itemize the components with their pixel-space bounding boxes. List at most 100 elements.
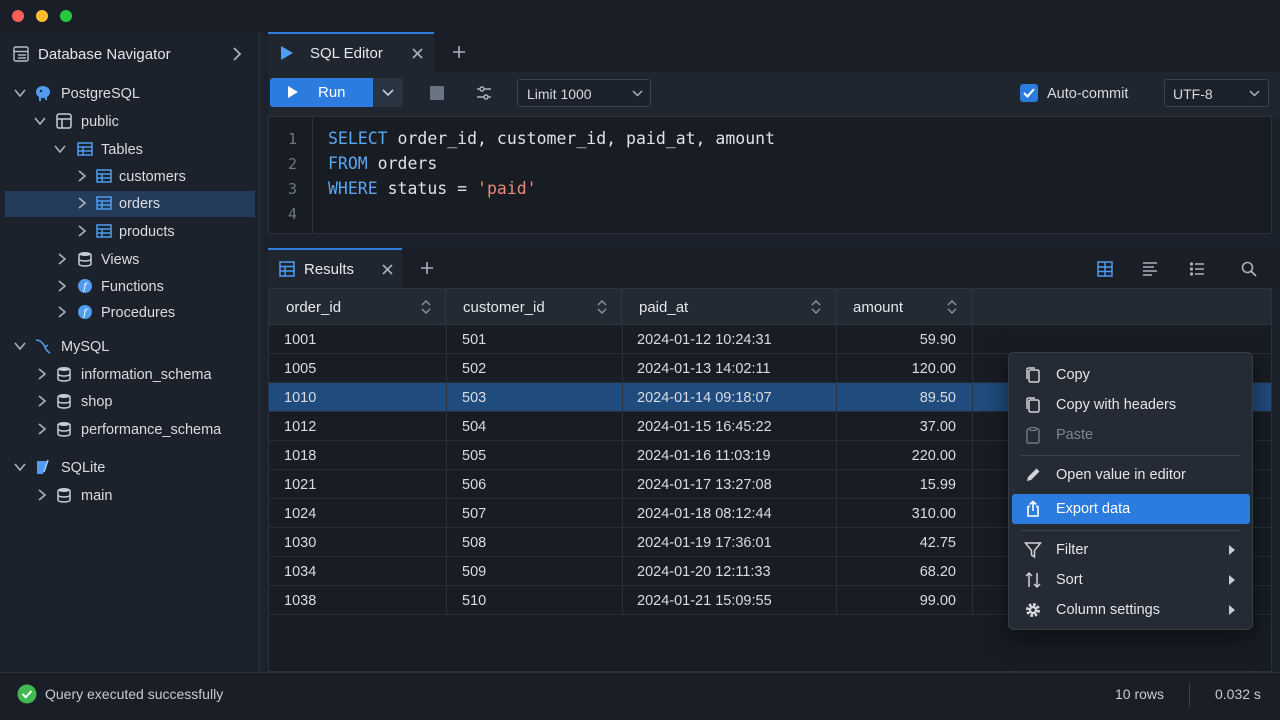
- maximize-window-button[interactable]: [60, 10, 72, 22]
- table-cell[interactable]: 2024-01-14 09:18:07: [637, 390, 772, 406]
- table-cell[interactable]: 2024-01-21 15:09:55: [637, 593, 772, 609]
- chevron-right-icon[interactable]: [232, 47, 242, 61]
- column-header-order-id[interactable]: order_id: [269, 289, 446, 325]
- table-cell[interactable]: 2024-01-15 16:45:22: [637, 419, 772, 435]
- table-cell[interactable]: 37.00: [920, 419, 956, 435]
- search-icon[interactable]: [1241, 261, 1257, 277]
- record-view-icon[interactable]: [1189, 261, 1205, 277]
- table-cell[interactable]: 1034: [284, 564, 316, 580]
- stop-icon[interactable]: [430, 86, 444, 100]
- table-cell[interactable]: 2024-01-19 17:36:01: [637, 535, 772, 551]
- chevron-right-icon[interactable]: [75, 169, 89, 183]
- table-cell[interactable]: 120.00: [912, 361, 956, 377]
- table-cell[interactable]: 1038: [284, 593, 316, 609]
- close-window-button[interactable]: [12, 10, 24, 22]
- table-cell[interactable]: 501: [462, 332, 486, 348]
- tree-item-procedures[interactable]: f Procedures: [5, 300, 255, 326]
- table-cell[interactable]: 2024-01-16 11:03:19: [637, 448, 771, 464]
- table-cell[interactable]: 1012: [284, 419, 316, 435]
- table-cell[interactable]: 502: [462, 361, 486, 377]
- close-icon[interactable]: [382, 264, 393, 275]
- tree-item-performance-schema[interactable]: performance_schema: [5, 417, 255, 443]
- table-cell[interactable]: 89.50: [920, 390, 956, 406]
- table-cell[interactable]: 68.20: [920, 564, 956, 580]
- menu-item-copy[interactable]: Copy: [1012, 360, 1250, 390]
- table-cell[interactable]: 2024-01-12 10:24:31: [637, 332, 772, 348]
- column-header-paid-at[interactable]: paid_at: [622, 289, 836, 325]
- chevron-right-icon[interactable]: [75, 196, 89, 210]
- table-cell[interactable]: 503: [462, 390, 486, 406]
- table-cell[interactable]: 59.90: [920, 332, 956, 348]
- column-header-amount[interactable]: amount: [836, 289, 972, 325]
- tree-item-functions[interactable]: f Functions: [5, 274, 255, 300]
- tree-item-views[interactable]: Views: [5, 247, 255, 273]
- chevron-right-icon[interactable]: [35, 394, 49, 408]
- menu-item-export-data[interactable]: Export data: [1012, 494, 1250, 524]
- table-cell[interactable]: 1005: [284, 361, 316, 377]
- table-cell[interactable]: 1021: [284, 477, 316, 493]
- table-cell[interactable]: 2024-01-20 12:11:33: [637, 564, 771, 580]
- sort-icon[interactable]: [947, 300, 957, 314]
- run-options-dropdown[interactable]: [373, 78, 403, 107]
- chevron-right-icon[interactable]: [55, 279, 69, 293]
- chevron-down-icon[interactable]: [53, 142, 67, 156]
- new-tab-plus-icon[interactable]: [452, 45, 466, 59]
- chevron-right-icon[interactable]: [35, 422, 49, 436]
- sql-editor[interactable]: 1 2 3 4 SELECT order_id, customer_id, pa…: [268, 116, 1272, 234]
- column-header-customer-id[interactable]: customer_id: [446, 289, 622, 325]
- tree-item-orders[interactable]: orders: [5, 191, 255, 217]
- minimize-window-button[interactable]: [36, 10, 48, 22]
- sort-icon[interactable]: [811, 300, 821, 314]
- table-row[interactable]: 1001 501 2024-01-12 10:24:31 59.90: [269, 325, 1271, 354]
- tree-item-customers[interactable]: customers: [5, 164, 255, 190]
- table-cell[interactable]: 310.00: [912, 506, 956, 522]
- tree-item-products[interactable]: products: [5, 219, 255, 245]
- encoding-select[interactable]: UTF-8: [1164, 79, 1269, 107]
- chevron-right-icon[interactable]: [35, 367, 49, 381]
- table-cell[interactable]: 2024-01-17 13:27:08: [637, 477, 772, 493]
- tree-item-mysql[interactable]: MySQL: [5, 334, 255, 360]
- chevron-down-icon[interactable]: [33, 114, 47, 128]
- table-cell[interactable]: 1024: [284, 506, 316, 522]
- tab-results[interactable]: Results: [268, 248, 402, 288]
- menu-item-column-settings[interactable]: Column settings: [1012, 595, 1250, 625]
- menu-item-open-value-in-editor[interactable]: Open value in editor: [1012, 460, 1250, 490]
- table-cell[interactable]: 99.00: [920, 593, 956, 609]
- format-sql-icon[interactable]: [476, 85, 492, 101]
- table-cell[interactable]: 15.99: [920, 477, 956, 493]
- table-cell[interactable]: 506: [462, 477, 486, 493]
- table-cell[interactable]: 510: [462, 593, 486, 609]
- sort-icon[interactable]: [597, 300, 607, 314]
- table-cell[interactable]: 42.75: [920, 535, 956, 551]
- chevron-right-icon[interactable]: [55, 252, 69, 266]
- table-cell[interactable]: 504: [462, 419, 486, 435]
- new-tab-plus-icon[interactable]: [420, 261, 434, 275]
- grid-view-icon[interactable]: [1097, 261, 1113, 277]
- chevron-right-icon[interactable]: [55, 305, 69, 319]
- menu-item-filter[interactable]: Filter: [1012, 535, 1250, 565]
- table-cell[interactable]: 1001: [284, 332, 316, 348]
- tree-item-shop[interactable]: shop: [5, 389, 255, 415]
- tree-item-public[interactable]: public: [5, 109, 255, 135]
- close-icon[interactable]: [412, 48, 423, 59]
- table-cell[interactable]: 508: [462, 535, 486, 551]
- sort-icon[interactable]: [421, 300, 431, 314]
- table-cell[interactable]: 509: [462, 564, 486, 580]
- tab-sql-editor[interactable]: SQL Editor: [268, 32, 434, 72]
- tree-item-sqlite[interactable]: SQLite: [5, 455, 255, 481]
- chevron-down-icon[interactable]: [13, 86, 27, 100]
- text-view-icon[interactable]: [1142, 262, 1158, 276]
- table-cell[interactable]: 220.00: [912, 448, 956, 464]
- chevron-down-icon[interactable]: [13, 460, 27, 474]
- tree-item-tables[interactable]: Tables: [5, 137, 255, 163]
- menu-item-sort[interactable]: Sort: [1012, 565, 1250, 595]
- table-cell[interactable]: 507: [462, 506, 486, 522]
- menu-item-copy-with-headers[interactable]: Copy with headers: [1012, 390, 1250, 420]
- chevron-right-icon[interactable]: [75, 224, 89, 238]
- limit-select[interactable]: Limit 1000: [517, 79, 651, 107]
- autocommit-checkbox[interactable]: [1020, 84, 1038, 102]
- table-cell[interactable]: 505: [462, 448, 486, 464]
- table-cell[interactable]: 1030: [284, 535, 316, 551]
- tree-item-information-schema[interactable]: information_schema: [5, 362, 255, 388]
- table-cell[interactable]: 2024-01-18 08:12:44: [637, 506, 772, 522]
